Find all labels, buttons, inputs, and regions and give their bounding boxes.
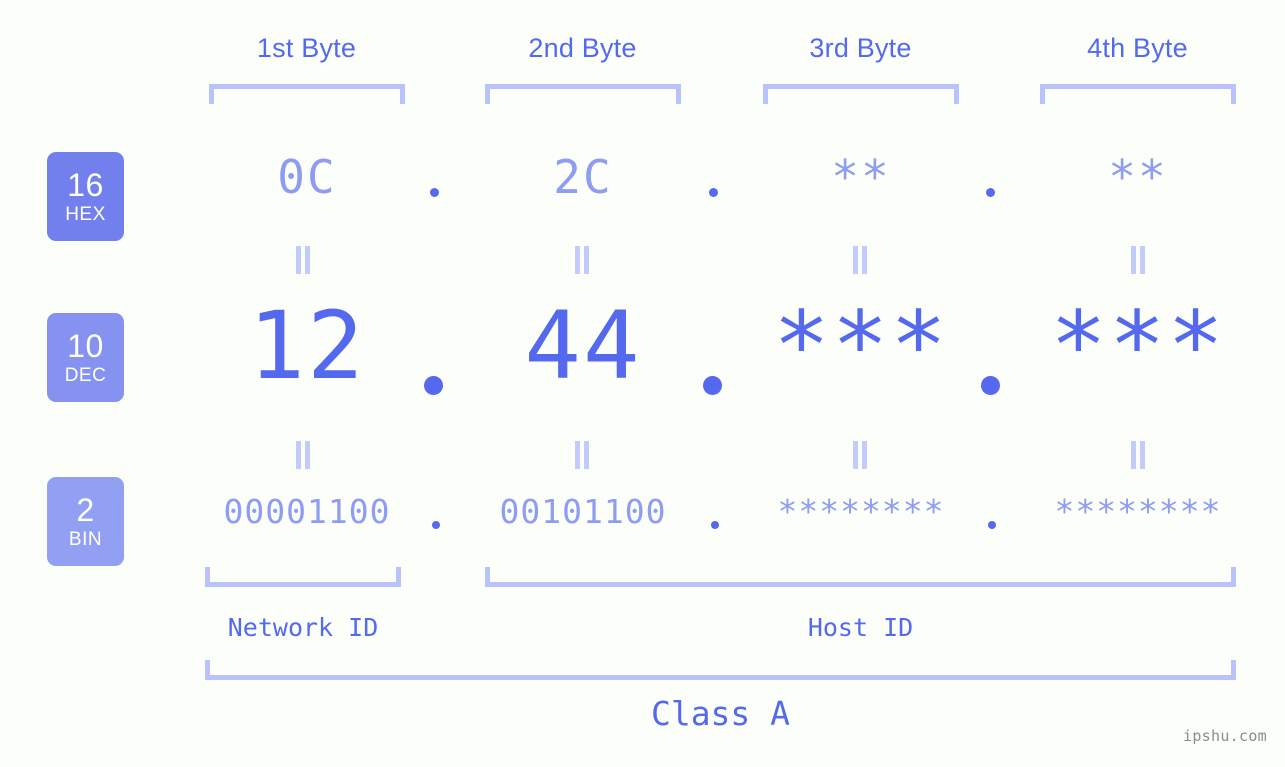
dec-octet-1: 12 (248, 292, 366, 401)
equals-connector-hex-dec-1 (294, 246, 311, 274)
dec-octet-4: *** (1050, 292, 1226, 401)
bin-separator-2 (711, 521, 719, 529)
radix-badge-dec-name: DEC (64, 365, 107, 386)
dec-separator-3 (981, 376, 1000, 395)
dec-separator-1 (424, 376, 443, 395)
equals-connector-hex-dec-2 (573, 246, 590, 274)
radix-badge-hex-number: 16 (67, 167, 104, 203)
radix-badge-hex-name: HEX (65, 204, 106, 225)
class-bracket (205, 660, 1236, 680)
byte-header-4: 4th Byte (1087, 33, 1188, 63)
byte-header-3: 3rd Byte (809, 33, 912, 63)
hex-separator-2 (709, 188, 718, 197)
byte-bracket-3 (763, 84, 959, 104)
dec-octet-3: *** (773, 292, 949, 401)
equals-connector-dec-bin-4 (1129, 441, 1146, 469)
hex-separator-3 (986, 188, 995, 197)
network-id-label: Network ID (227, 613, 379, 642)
byte-bracket-1 (209, 84, 405, 104)
byte-header-2: 2nd Byte (528, 33, 637, 63)
host-id-label: Host ID (807, 613, 914, 642)
byte-bracket-2 (485, 84, 681, 104)
radix-badge-dec: 10 DEC (47, 313, 124, 402)
bin-octet-2: 00101100 (499, 492, 667, 531)
site-watermark: ipshu.com (1183, 727, 1267, 745)
hex-octet-1: 0C (277, 150, 337, 204)
radix-badge-bin: 2 BIN (47, 477, 124, 566)
equals-connector-dec-bin-2 (573, 441, 590, 469)
hex-separator-1 (430, 188, 439, 197)
radix-badge-bin-number: 2 (76, 492, 95, 528)
hex-octet-4: ** (1108, 150, 1168, 204)
bin-octet-4: ******** (1054, 492, 1222, 531)
class-label: Class A (650, 694, 791, 733)
byte-header-1: 1st Byte (256, 33, 357, 63)
bin-octet-1: 00001100 (223, 492, 391, 531)
host-id-bracket (485, 567, 1236, 587)
hex-octet-3: ** (831, 150, 891, 204)
equals-connector-dec-bin-1 (294, 441, 311, 469)
radix-badge-bin-name: BIN (68, 529, 103, 550)
bin-separator-3 (988, 521, 996, 529)
ip-address-breakdown-diagram: 1st Byte 2nd Byte 3rd Byte 4th Byte 16 H… (0, 0, 1285, 767)
equals-connector-hex-dec-3 (851, 246, 868, 274)
dec-octet-2: 44 (524, 292, 642, 401)
network-id-bracket (205, 567, 401, 587)
byte-bracket-4 (1040, 84, 1236, 104)
equals-connector-hex-dec-4 (1129, 246, 1146, 274)
radix-badge-hex: 16 HEX (47, 152, 124, 241)
hex-octet-2: 2C (553, 150, 613, 204)
equals-connector-dec-bin-3 (851, 441, 868, 469)
radix-badge-dec-number: 10 (67, 328, 104, 364)
bin-separator-1 (432, 521, 440, 529)
bin-octet-3: ******** (777, 492, 945, 531)
dec-separator-2 (703, 376, 722, 395)
